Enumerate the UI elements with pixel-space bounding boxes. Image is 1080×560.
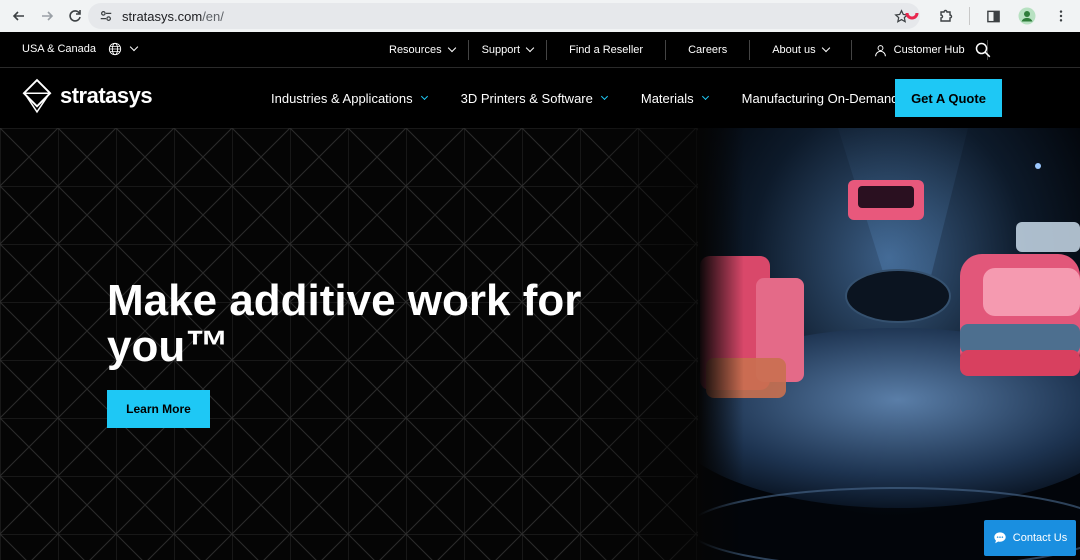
url-path: /en/ (202, 8, 224, 24)
toolbar-divider (969, 7, 970, 25)
nav-link-label: Industries & Applications (271, 90, 413, 106)
forward-button[interactable] (36, 5, 58, 27)
chevron-down-icon (821, 43, 830, 53)
globe-icon (108, 42, 122, 56)
hero-section: Make additive work for you™ Learn More C… (0, 128, 1080, 560)
chevron-down-icon (525, 43, 535, 53)
hero-3d-printer-image (698, 128, 1080, 560)
nav-manufacturing-on-demand[interactable]: Manufacturing On-Demand (741, 90, 914, 106)
browser-menu-icon[interactable] (1050, 5, 1072, 27)
back-arrow-icon (12, 11, 24, 21)
chevron-down-icon (420, 92, 428, 101)
util-link-label: Support (481, 44, 521, 56)
url-text: stratasys.com/en/ (122, 9, 892, 24)
util-link-customer-hub[interactable]: Customer Hub (852, 40, 988, 60)
nav-link-label: 3D Printers & Software (460, 90, 593, 106)
site-settings-icon[interactable] (98, 8, 114, 24)
chevron-down-icon (701, 92, 709, 101)
util-link-label: Resources (389, 44, 442, 56)
side-panel-icon[interactable] (982, 5, 1004, 27)
profile-avatar-icon[interactable] (1016, 5, 1038, 27)
browser-toolbar: stratasys.com/en/ (0, 0, 1080, 32)
extension-icon[interactable] (901, 5, 923, 27)
util-link-label: Careers (688, 44, 728, 56)
util-link-careers[interactable]: Careers (666, 40, 751, 60)
main-links: Industries & Applications 3D Printers & … (271, 68, 946, 128)
search-icon[interactable] (974, 41, 992, 59)
util-link-resources[interactable]: Resources (376, 40, 469, 60)
util-link-find-reseller[interactable]: Find a Reseller (547, 40, 667, 60)
nav-link-label: Materials (640, 90, 694, 106)
contact-us-label: Contact Us (1012, 532, 1068, 544)
address-bar[interactable]: stratasys.com/en/ (88, 3, 920, 29)
chevron-down-icon (600, 92, 608, 101)
stratasys-logo[interactable]: stratasys (22, 78, 153, 114)
learn-more-button[interactable]: Learn More (107, 390, 210, 428)
chat-bubble-icon (994, 532, 1006, 544)
utility-nav: USA & Canada Resources Support Find a Re… (0, 32, 1080, 68)
reload-icon (69, 10, 81, 22)
chevron-down-icon (447, 43, 456, 53)
hero-title: Make additive work for you™ (107, 276, 582, 371)
main-nav: stratasys Industries & Applications 3D P… (0, 68, 1080, 128)
util-link-support[interactable]: Support (469, 40, 548, 60)
util-link-label: Find a Reseller (569, 44, 644, 56)
util-link-label: Customer Hub (893, 44, 965, 56)
user-icon (874, 44, 886, 56)
back-button[interactable] (8, 5, 30, 27)
logo-mark-icon (22, 78, 52, 114)
utility-links: Resources Support Find a Reseller Career… (376, 32, 988, 68)
get-a-quote-button[interactable]: Get A Quote (895, 79, 1002, 117)
region-selector[interactable]: USA & Canada (22, 42, 139, 56)
contact-us-chat-button[interactable]: Contact Us (984, 520, 1076, 556)
logo-text: stratasys (60, 83, 153, 108)
extensions-area (901, 5, 1072, 27)
puzzle-icon[interactable] (935, 5, 957, 27)
nav-3d-printers-software[interactable]: 3D Printers & Software (460, 90, 608, 106)
nav-link-label: Manufacturing On-Demand (741, 90, 899, 106)
nav-materials[interactable]: Materials (640, 90, 709, 106)
util-link-label: About us (772, 44, 816, 56)
nav-industries-applications[interactable]: Industries & Applications (271, 90, 428, 106)
reload-button[interactable] (64, 5, 86, 27)
url-host: stratasys.com (122, 8, 203, 24)
chevron-down-icon (129, 42, 139, 52)
region-label: USA & Canada (22, 43, 96, 55)
forward-arrow-icon (42, 11, 54, 21)
util-link-about-us[interactable]: About us (750, 40, 852, 60)
